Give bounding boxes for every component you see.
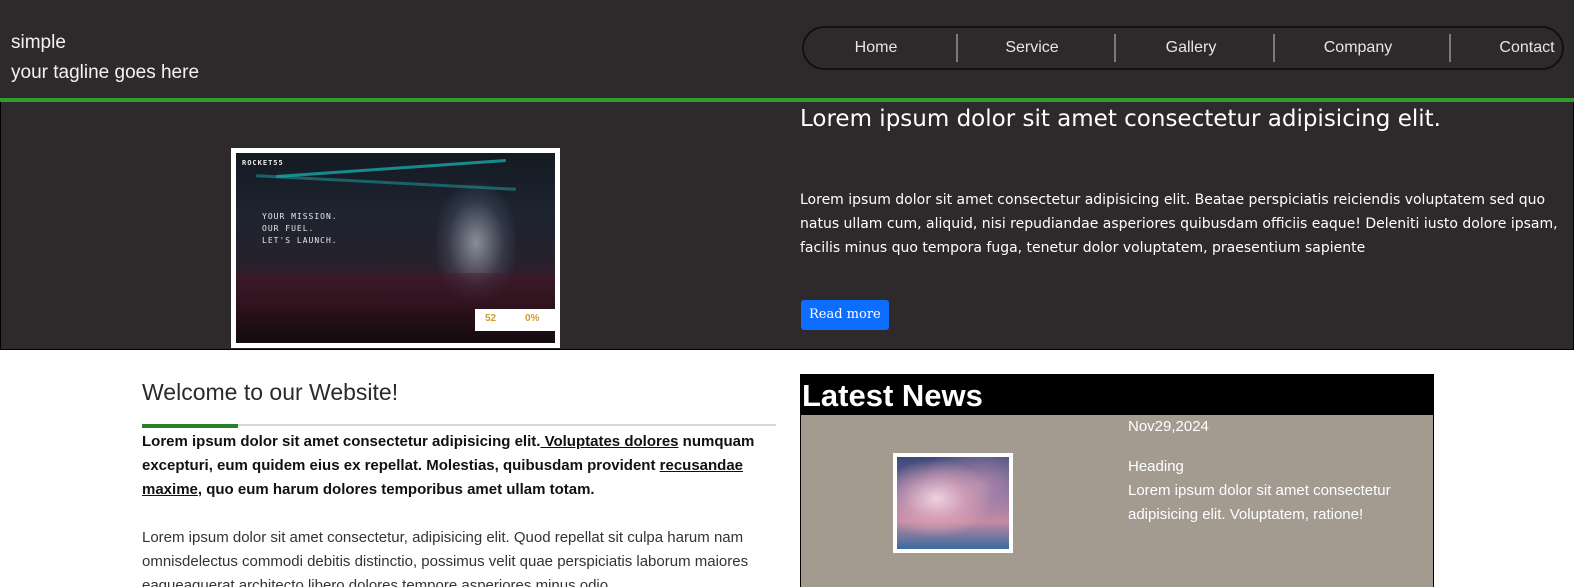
welcome-divider-accent [142,424,238,428]
nav-divider [1114,34,1116,62]
news-thumbnail[interactable] [893,453,1013,553]
nav-divider [956,34,958,62]
site-header: simple your tagline goes here Home Servi… [0,0,1574,98]
news-text: Lorem ipsum dolor sit amet consectetur a… [1128,482,1391,523]
nav-divider [1273,34,1275,62]
rocket-logo: ROCKET55 [242,159,284,167]
welcome-body-paragraph: Lorem ipsum dolor sit amet consectetur, … [142,529,749,587]
stats-box: 52 0% [475,309,555,331]
light-beam [276,158,506,179]
main-nav: Home Service Gallery Company Contact [802,26,1564,70]
nav-service-link[interactable]: Service [984,28,1080,68]
hero-section: ROCKET55 YOUR MISSION. OUR FUEL. LET'S L… [0,102,1574,350]
clouds-image [897,457,1009,549]
voluptates-link[interactable]: Voluptates dolores [540,433,679,450]
news-heading[interactable]: Heading [1128,455,1184,479]
latest-news-title: Latest News [802,378,983,413]
news-date: Nov29,2024 [1128,418,1209,435]
nav-contact-link[interactable]: Contact [1492,28,1562,68]
mission-text: YOUR MISSION. OUR FUEL. LET'S LAUNCH. [262,212,338,245]
hero-title: Lorem ipsum dolor sit amet consectetur a… [800,106,1441,132]
nav-home-link[interactable]: Home [828,28,924,68]
welcome-lead-paragraph: Lorem ipsum dolor sit amet consectetur a… [142,433,755,498]
welcome-title: Welcome to our Website! [142,379,399,405]
nav-company-link[interactable]: Company [1310,28,1406,68]
stat-value: 52 [485,313,497,324]
hero-text: Lorem ipsum dolor sit amet consectetur a… [800,192,1558,256]
stat-value: 0% [525,313,540,324]
latest-news-header: Latest News [801,375,1433,415]
latest-news-panel: Latest News Nov29,2024 Heading Lorem ips… [800,374,1434,587]
nav-gallery-link[interactable]: Gallery [1143,28,1239,68]
brand: simple your tagline goes here [11,28,199,88]
hero-screenshot: ROCKET55 YOUR MISSION. OUR FUEL. LET'S L… [236,153,555,343]
floor-shade [236,273,555,343]
nav-divider [1449,34,1451,62]
read-more-button[interactable]: Read more [801,300,889,330]
hero-image: ROCKET55 YOUR MISSION. OUR FUEL. LET'S L… [231,148,560,348]
site-name[interactable]: simple [11,28,199,58]
site-tagline: your tagline goes here [11,62,200,83]
